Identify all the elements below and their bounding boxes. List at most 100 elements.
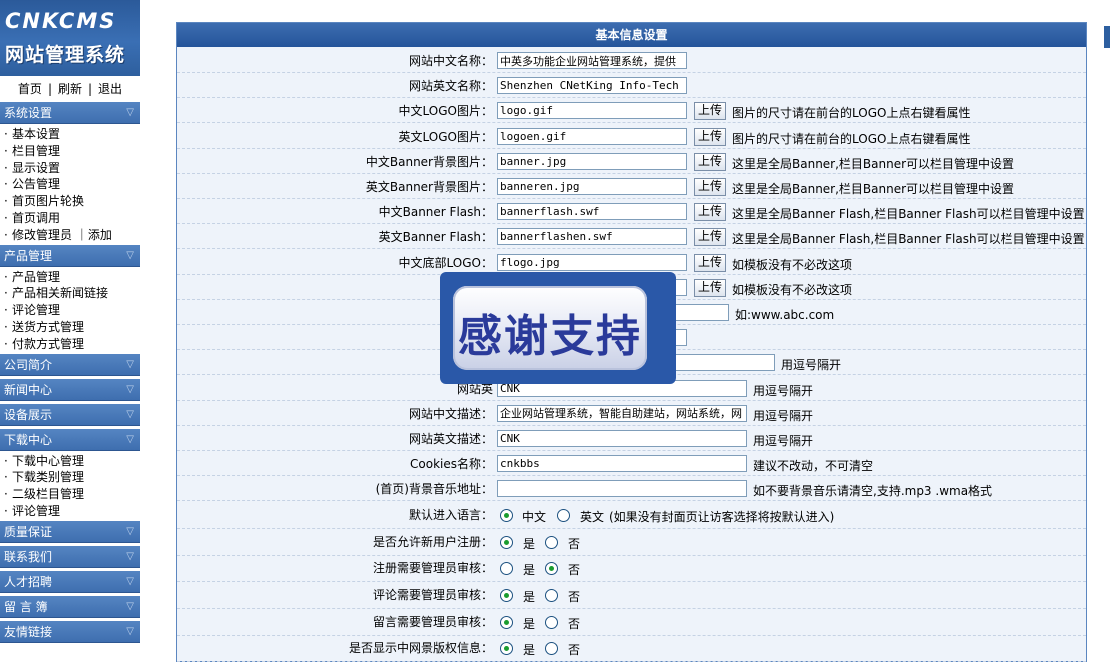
sidebar-item-label: 产品相关新闻链接 bbox=[12, 286, 109, 301]
upload-button[interactable]: 上传 bbox=[694, 278, 726, 297]
field-label: 英文LOGO图片： bbox=[398, 129, 493, 144]
thanks-badge-face: 感谢支持 bbox=[453, 286, 647, 370]
sidebar-section-6[interactable]: 质量保证 ▽ bbox=[0, 520, 140, 543]
field-label: Cookies名称： bbox=[410, 457, 493, 472]
field-input[interactable] bbox=[497, 228, 687, 246]
upload-button[interactable]: 上传 bbox=[694, 102, 726, 121]
sidebar-item[interactable]: · 修改管理员 ｜添加 bbox=[0, 227, 140, 244]
field-label: 中文LOGO图片： bbox=[398, 104, 493, 119]
sidebar-section-4[interactable]: 设备展示 ▽ bbox=[0, 403, 140, 426]
sidebar-item[interactable]: · 显示设置 bbox=[0, 160, 140, 177]
field-input[interactable] bbox=[497, 404, 747, 422]
no-radio[interactable] bbox=[545, 589, 558, 602]
field-input[interactable] bbox=[497, 203, 687, 221]
upload-button[interactable]: 上传 bbox=[694, 178, 726, 196]
sidebar-section-9[interactable]: 留 言 簿 ▽ bbox=[0, 595, 140, 618]
sidebar-item[interactable]: · 二级栏目管理 bbox=[0, 486, 140, 503]
top-links: 首页 | 刷新 | 退出 bbox=[17, 82, 123, 96]
field-label: 网站英文描述： bbox=[408, 432, 493, 446]
language-english-radio[interactable] bbox=[557, 508, 570, 522]
sidebar-item[interactable]: · 付款方式管理 bbox=[0, 336, 140, 353]
language-chinese-radio[interactable] bbox=[500, 508, 513, 522]
field-label: 评论需要管理员审核： bbox=[372, 588, 493, 602]
sidebar-item[interactable]: · 首页调用 bbox=[0, 210, 140, 227]
panel-title: 基本信息设置 bbox=[177, 23, 1086, 47]
yes-radio[interactable] bbox=[500, 562, 513, 576]
field-input[interactable] bbox=[497, 77, 687, 95]
form-row: 中文底部LOGO： 上传如模板没有不必改这项 bbox=[177, 250, 1086, 275]
field-input[interactable] bbox=[497, 152, 687, 170]
upload-button[interactable]: 上传 bbox=[694, 203, 726, 222]
field-input[interactable] bbox=[497, 52, 687, 69]
sidebar-section-title: 新闻中心 bbox=[4, 382, 53, 397]
field-input[interactable] bbox=[497, 178, 687, 195]
refresh-link[interactable]: 刷新 bbox=[58, 82, 82, 96]
sidebar-item[interactable]: · 下载类别管理 bbox=[0, 469, 140, 486]
no-label: 否 bbox=[568, 643, 581, 658]
upload-button[interactable]: 上传 bbox=[694, 228, 726, 247]
yes-radio[interactable] bbox=[500, 615, 513, 629]
yes-radio[interactable] bbox=[500, 535, 513, 549]
upload-button[interactable]: 上传 bbox=[694, 253, 726, 272]
sidebar-section-title: 设备展示 bbox=[4, 407, 53, 422]
field-input[interactable] bbox=[497, 127, 687, 145]
yes-radio[interactable] bbox=[500, 589, 513, 602]
sidebar-section-8[interactable]: 人才招聘 ▽ bbox=[0, 570, 140, 593]
sidebar-item-label: 公告管理 bbox=[12, 177, 61, 192]
no-radio[interactable] bbox=[545, 535, 558, 549]
no-radio[interactable] bbox=[545, 562, 558, 576]
no-radio[interactable] bbox=[545, 615, 558, 629]
field-input[interactable] bbox=[497, 253, 687, 271]
sidebar-section-title: 联系我们 bbox=[4, 549, 53, 564]
no-label: 否 bbox=[568, 590, 581, 604]
form-row-toggle: 是否显示中网景版权信息： 是 否 bbox=[177, 635, 1086, 662]
field-input[interactable] bbox=[497, 480, 747, 498]
bullet-icon: · bbox=[4, 143, 8, 158]
sidebar-item[interactable]: · 送货方式管理 bbox=[0, 319, 140, 336]
yes-label: 是 bbox=[523, 563, 536, 578]
field-label: 英文Banner背景图片： bbox=[365, 180, 493, 194]
sidebar-item[interactable]: · 基本设置 bbox=[0, 126, 140, 143]
no-label: 否 bbox=[568, 563, 581, 578]
field-input[interactable] bbox=[497, 102, 687, 120]
field-hint: 如:www.abc.com bbox=[735, 308, 835, 322]
sidebar-section-title: 质量保证 bbox=[4, 524, 53, 539]
chevron-down-icon: ▽ bbox=[126, 550, 134, 562]
bullet-icon: · bbox=[4, 210, 8, 225]
sidebar-item[interactable]: · 栏目管理 bbox=[0, 143, 140, 160]
sidebar-section-title: 友情链接 bbox=[4, 624, 53, 639]
sidebar-section-0[interactable]: 系统设置 ▽ bbox=[0, 102, 140, 124]
sidebar-item[interactable]: · 首页图片轮换 bbox=[0, 193, 140, 210]
home-link[interactable]: 首页 bbox=[18, 82, 42, 96]
sidebar-section-1[interactable]: 产品管理 ▽ bbox=[0, 244, 140, 267]
sidebar-item[interactable]: · 产品相关新闻链接 bbox=[0, 285, 140, 302]
field-input[interactable] bbox=[497, 455, 747, 473]
sidebar-item-label: 修改管理员 ｜添加 bbox=[12, 227, 112, 242]
upload-button[interactable]: 上传 bbox=[694, 152, 726, 171]
sidebar-section-2[interactable]: 公司简介 ▽ bbox=[0, 353, 140, 376]
upload-button[interactable]: 上传 bbox=[694, 127, 726, 146]
sidebar-section-5[interactable]: 下载中心 ▽ bbox=[0, 428, 140, 451]
sidebar-item-label: 显示设置 bbox=[12, 160, 61, 175]
sidebar-section-7[interactable]: 联系我们 ▽ bbox=[0, 545, 140, 568]
scroll-tab bbox=[1104, 26, 1110, 48]
bullet-icon: · bbox=[4, 160, 8, 175]
sidebar-item-label: 评论管理 bbox=[12, 503, 61, 518]
field-hint: 这里是全局Banner Flash,栏目Banner Flash可以栏目管理中设… bbox=[732, 232, 1085, 247]
no-label: 否 bbox=[568, 616, 581, 631]
sidebar-item[interactable]: · 下载中心管理 bbox=[0, 453, 140, 470]
sidebar-item[interactable]: · 产品管理 bbox=[0, 269, 140, 286]
field-input[interactable] bbox=[497, 430, 747, 447]
logout-link[interactable]: 退出 bbox=[98, 82, 122, 96]
no-radio[interactable] bbox=[545, 642, 558, 656]
sidebar-section-3[interactable]: 新闻中心 ▽ bbox=[0, 378, 140, 401]
sidebar-section-10[interactable]: 友情链接 ▽ bbox=[0, 620, 140, 643]
sidebar-item[interactable]: · 公告管理 bbox=[0, 176, 140, 193]
field-hint: 如模板没有不必改这项 bbox=[732, 282, 853, 297]
form-row: (首页)背景音乐地址： 如不要背景音乐请清空,支持.mp3 .wma格式 bbox=[177, 476, 1086, 502]
form-row: 网站中文名称： bbox=[177, 48, 1086, 73]
sidebar-item[interactable]: · 评论管理 bbox=[0, 302, 140, 319]
sidebar-item[interactable]: · 评论管理 bbox=[0, 503, 140, 520]
app-logo: CNKCMS 网站管理系统 bbox=[0, 0, 140, 76]
yes-radio[interactable] bbox=[500, 642, 513, 656]
